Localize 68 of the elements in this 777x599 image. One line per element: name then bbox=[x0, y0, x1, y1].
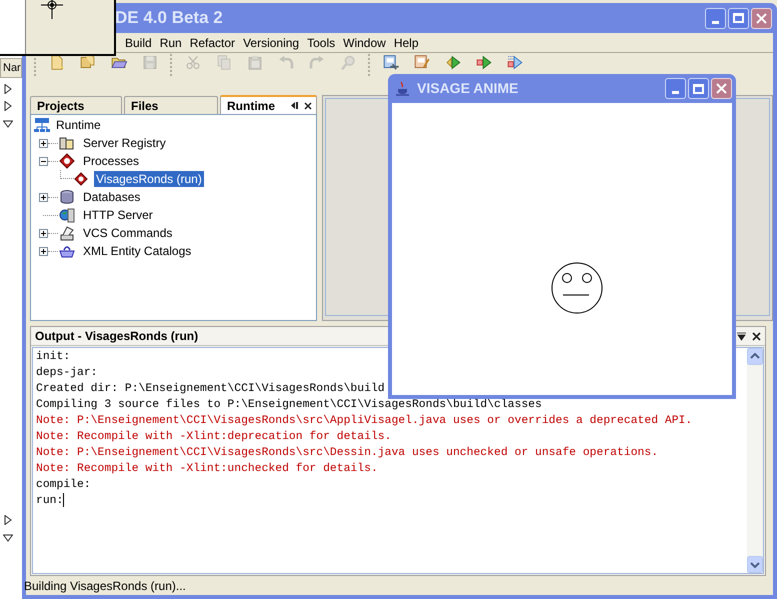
collapse-icon[interactable] bbox=[3, 533, 13, 543]
minimize-button[interactable] bbox=[665, 78, 686, 99]
tree-item[interactable]: Runtime bbox=[54, 117, 103, 133]
tree-item[interactable]: Processes bbox=[81, 153, 142, 169]
scroll-up-button[interactable] bbox=[747, 348, 763, 365]
menu-item[interactable]: Help bbox=[394, 34, 418, 52]
output-line: Note: Recompile with -Xlint:deprecation for details. bbox=[36, 430, 392, 445]
smiley-face-drawing bbox=[550, 261, 604, 315]
expand-icon[interactable] bbox=[3, 84, 13, 94]
building-icon bbox=[59, 135, 75, 151]
close-button[interactable] bbox=[711, 78, 732, 99]
minimize-button[interactable] bbox=[705, 8, 726, 28]
expand-icon[interactable] bbox=[39, 228, 48, 238]
tab[interactable]: Files bbox=[124, 96, 218, 115]
panel-title[interactable]: Output - VisagesRonds (run) bbox=[35, 327, 198, 345]
database-icon bbox=[59, 189, 75, 205]
close-icon bbox=[756, 12, 767, 24]
menu-item[interactable]: Run bbox=[160, 34, 182, 52]
close-icon[interactable] bbox=[752, 332, 761, 340]
output-line: Created dir: P:\Enseignement\CCI\VisagesRonds\build bbox=[36, 382, 386, 397]
gear-diamond-icon bbox=[74, 172, 88, 186]
tree-item[interactable]: Server Registry bbox=[81, 135, 168, 151]
close-button[interactable] bbox=[751, 8, 772, 28]
maximize-button[interactable] bbox=[728, 8, 749, 28]
expand-icon[interactable] bbox=[39, 138, 48, 148]
output-line: Note: P:\Enseignement\CCI\VisagesRonds\src\Dessin.java uses unchecked or unsafe operations. bbox=[36, 446, 660, 461]
tree-item[interactable]: Databases bbox=[81, 189, 142, 205]
expand-icon[interactable] bbox=[3, 515, 13, 525]
tree-item[interactable]: HTTP Server bbox=[81, 207, 155, 223]
menu-item[interactable]: Refactor bbox=[190, 34, 236, 52]
coffee-cup-icon bbox=[395, 80, 411, 96]
column-header[interactable]: Nar bbox=[0, 58, 22, 78]
window-title: DE 4.0 Beta 2 bbox=[115, 7, 223, 30]
expand-icon[interactable] bbox=[39, 246, 48, 256]
gear-diamond-icon bbox=[59, 153, 75, 169]
globe-server-icon bbox=[59, 207, 75, 223]
network-icon bbox=[33, 117, 51, 133]
maximize-button[interactable] bbox=[688, 78, 709, 99]
menu-item[interactable]: Versioning bbox=[243, 34, 300, 52]
close-icon bbox=[716, 83, 727, 94]
dropdown-icon[interactable] bbox=[737, 332, 746, 340]
output-line: Compiling 3 source files to P:\Enseignement\CCI\VisagesRonds\build\classes bbox=[36, 398, 543, 413]
scroll-down-button[interactable] bbox=[747, 556, 763, 573]
menu-item[interactable]: Tools bbox=[307, 34, 336, 52]
expand-icon[interactable] bbox=[39, 192, 48, 202]
tab[interactable]: Projects bbox=[30, 96, 122, 115]
scrollbar[interactable] bbox=[747, 348, 763, 573]
minimize-panel-icon[interactable] bbox=[291, 101, 299, 110]
output-line: run: bbox=[36, 493, 66, 510]
collapse-icon[interactable] bbox=[39, 156, 48, 166]
close-icon[interactable] bbox=[304, 102, 312, 110]
menu-item[interactable]: Window bbox=[343, 34, 386, 52]
expand-icon[interactable] bbox=[3, 101, 13, 111]
canvas-area bbox=[0, 0, 26, 54]
menu-item[interactable]: Build bbox=[125, 34, 152, 52]
output-line: Note: Recompile with -Xlint:unchecked for details. bbox=[36, 462, 379, 477]
collapse-icon[interactable] bbox=[3, 119, 13, 129]
tab[interactable]: Runtime bbox=[220, 95, 317, 114]
output-line: compile: bbox=[36, 478, 92, 493]
status-text: Building VisagesRonds (run)... bbox=[24, 578, 186, 595]
output-line: Note: P:\Enseignement\CCI\VisagesRonds\src\AppliVisagel.java uses or overrides a deprecated API. bbox=[36, 414, 694, 429]
printer-icon bbox=[59, 225, 75, 241]
window-title: VISAGE ANIME bbox=[417, 79, 518, 98]
output-line: init: bbox=[36, 350, 72, 365]
tree-item[interactable]: VCS Commands bbox=[81, 225, 174, 241]
output-line: deps-jar: bbox=[36, 366, 99, 381]
tree-item[interactable]: VisagesRonds (run) bbox=[94, 171, 204, 187]
tree-item[interactable]: XML Entity Catalogs bbox=[81, 243, 194, 259]
